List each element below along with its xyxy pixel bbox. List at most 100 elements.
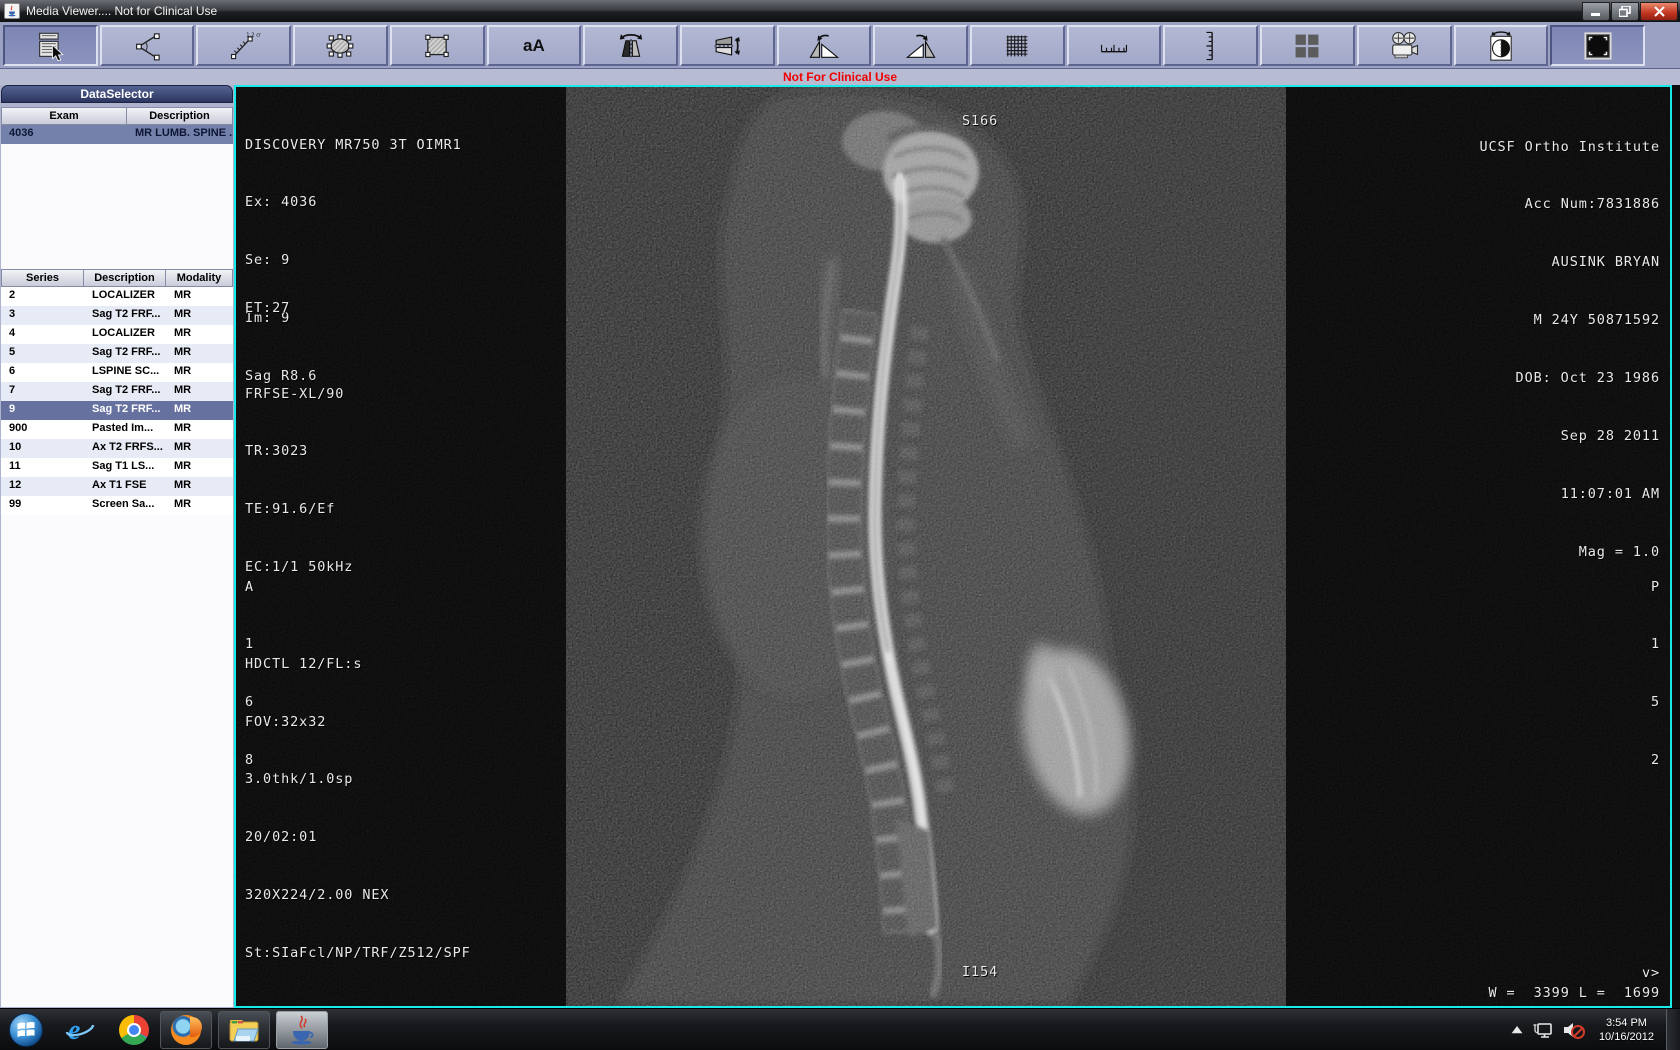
- main-toolbar: 1.2 cm aA: [0, 22, 1680, 69]
- firefox-icon[interactable]: [160, 1010, 212, 1049]
- series-description: Screen Sa...: [92, 498, 155, 510]
- magnify-grid-tool[interactable]: [970, 25, 1065, 66]
- series-modality: MR: [174, 384, 192, 396]
- series-row-selected[interactable]: 9 Sag T2 FRF... MR: [1, 401, 233, 420]
- series-modality: MR: [174, 327, 192, 339]
- clock[interactable]: 3:54 PM 10/16/2012: [1599, 1016, 1654, 1044]
- horizontal-scale-tool[interactable]: [1066, 25, 1162, 66]
- overlay-orientation-right: P 1 5 2: [1650, 578, 1660, 769]
- tray-time: 3:54 PM: [1605, 1016, 1647, 1029]
- invert-contrast-tool[interactable]: [1453, 25, 1549, 66]
- series-description: Sag T2 FRF...: [92, 308, 161, 320]
- series-table-empty-area: [1, 515, 233, 1007]
- java-app-icon: [4, 3, 20, 19]
- rotate-right-tool[interactable]: [873, 25, 969, 66]
- series-row[interactable]: 900 Pasted Im... MR: [1, 420, 233, 439]
- series-row[interactable]: 4 LOCALIZER MR: [1, 325, 233, 344]
- window-title: Media Viewer.... Not for Clinical Use: [26, 4, 218, 18]
- exam-description: MR LUMB. SPINE ...: [135, 127, 233, 139]
- tray-date: 10/16/2012: [1598, 1030, 1654, 1043]
- series-modality: MR: [174, 460, 192, 472]
- series-modality: MR: [174, 308, 192, 320]
- rectangle-roi-tool[interactable]: [389, 25, 485, 66]
- series-modality: MR: [174, 403, 192, 415]
- distance-measurement-tool[interactable]: 1.2 cm: [196, 25, 292, 66]
- series-description: Sag T1 LS...: [92, 460, 155, 472]
- series-modality: MR: [174, 498, 192, 510]
- network-icon[interactable]: [1533, 1021, 1553, 1039]
- series-row[interactable]: 6 LSPINE SC... MR: [1, 363, 233, 382]
- chrome-icon[interactable]: [114, 1011, 154, 1049]
- text-annotation-tool[interactable]: aA: [486, 25, 582, 66]
- description-column-header: Description: [127, 107, 233, 125]
- series-description: LOCALIZER: [92, 289, 155, 301]
- show-desktop-button[interactable]: [1666, 1008, 1680, 1050]
- java-taskbar-icon[interactable]: [276, 1010, 328, 1049]
- series-table-header: Series Description Modality: [1, 269, 233, 287]
- overlay-slice-location-bottom: I154: [962, 964, 999, 981]
- series-row[interactable]: 2 LOCALIZER MR: [1, 287, 233, 306]
- overlay-sequence-params: FRFSE-XL/90 TR:3023 TE:91.6/Ef EC:1/1 50…: [245, 385, 471, 962]
- series-row[interactable]: 7 Sag T2 FRF... MR: [1, 382, 233, 401]
- series-column-header: Series: [1, 269, 84, 287]
- series-number: 900: [9, 422, 28, 434]
- series-description: Ax T2 FRFS...: [92, 441, 163, 453]
- series-row[interactable]: 5 Sag T2 FRF... MR: [1, 344, 233, 363]
- cine-tool[interactable]: [1356, 25, 1452, 66]
- file-explorer-icon[interactable]: [218, 1010, 270, 1049]
- series-description: Sag T2 FRF...: [92, 403, 161, 415]
- rotate-left-tool[interactable]: [776, 25, 872, 66]
- exam-list-pointer-tool[interactable]: [3, 25, 98, 66]
- windows-taskbar: e 3:54 PM 10/16/2012: [0, 1008, 1680, 1050]
- series-modality: MR: [174, 346, 192, 358]
- image-viewport[interactable]: DISCOVERY MR750 3T OIMR1 Ex: 4036 Se: 9 …: [234, 85, 1672, 1008]
- series-modality: MR: [174, 365, 192, 377]
- title-bar[interactable]: Media Viewer.... Not for Clinical Use: [0, 0, 1680, 22]
- svg-text:e: e: [68, 1015, 80, 1046]
- ellipse-roi-tool[interactable]: [293, 25, 388, 66]
- series-description: Ax T1 FSE: [92, 479, 147, 491]
- minimize-button[interactable]: [1582, 1, 1610, 21]
- warning-bar: Not For Clinical Use: [0, 69, 1680, 85]
- flip-vertical-tool[interactable]: [679, 25, 775, 66]
- series-row[interactable]: 99 Screen Sa... MR: [1, 496, 233, 515]
- media-viewer-window: Media Viewer.... Not for Clinical Use 1.…: [0, 0, 1680, 1050]
- internet-explorer-icon[interactable]: e: [60, 1011, 100, 1049]
- series-number: 3: [9, 308, 16, 320]
- overlay-slice-location-top: S166: [962, 113, 999, 130]
- series-number: 2: [9, 289, 16, 301]
- modality-column-header: Modality: [166, 269, 233, 287]
- series-number: 5: [9, 346, 16, 358]
- fullscreen-tool[interactable]: [1550, 25, 1645, 66]
- series-row[interactable]: 3 Sag T2 FRF... MR: [1, 306, 233, 325]
- close-button[interactable]: [1640, 1, 1678, 21]
- flip-horizontal-tool[interactable]: [583, 25, 678, 66]
- series-modality: MR: [174, 289, 192, 301]
- series-modality: MR: [174, 441, 192, 453]
- start-button[interactable]: [6, 1011, 46, 1049]
- vertical-scale-tool[interactable]: [1163, 25, 1259, 66]
- data-selector-panel: DataSelector Exam Description 4036 MR LU…: [0, 85, 234, 1008]
- series-number: 12: [9, 479, 22, 491]
- series-modality: MR: [174, 422, 192, 434]
- series-number: 9: [9, 403, 16, 415]
- series-row[interactable]: 10 Ax T2 FRFS... MR: [1, 439, 233, 458]
- layout-2x2-tool[interactable]: [1260, 25, 1355, 66]
- exam-table-header: Exam Description: [1, 107, 233, 125]
- series-row[interactable]: 12 Ax T1 FSE MR: [1, 477, 233, 496]
- series-number: 99: [9, 498, 22, 510]
- exam-column-header: Exam: [1, 107, 127, 125]
- overlay-scroll-marker: v>: [1641, 964, 1660, 981]
- series-description: Pasted Im...: [92, 422, 154, 434]
- series-row[interactable]: 11 Sag T1 LS... MR: [1, 458, 233, 477]
- exam-table-empty-area: [1, 144, 233, 269]
- angle-measurement-tool[interactable]: [99, 25, 195, 66]
- exam-row[interactable]: 4036 MR LUMB. SPINE ...: [1, 125, 233, 144]
- restore-button[interactable]: [1611, 1, 1639, 21]
- hidden-icons-arrow[interactable]: [1511, 1025, 1523, 1034]
- volume-muted-icon[interactable]: [1563, 1021, 1585, 1039]
- series-number: 10: [9, 441, 22, 453]
- description-column-header: Description: [84, 269, 166, 287]
- series-number: 7: [9, 384, 16, 396]
- system-tray: 3:54 PM 10/16/2012: [1511, 1008, 1680, 1050]
